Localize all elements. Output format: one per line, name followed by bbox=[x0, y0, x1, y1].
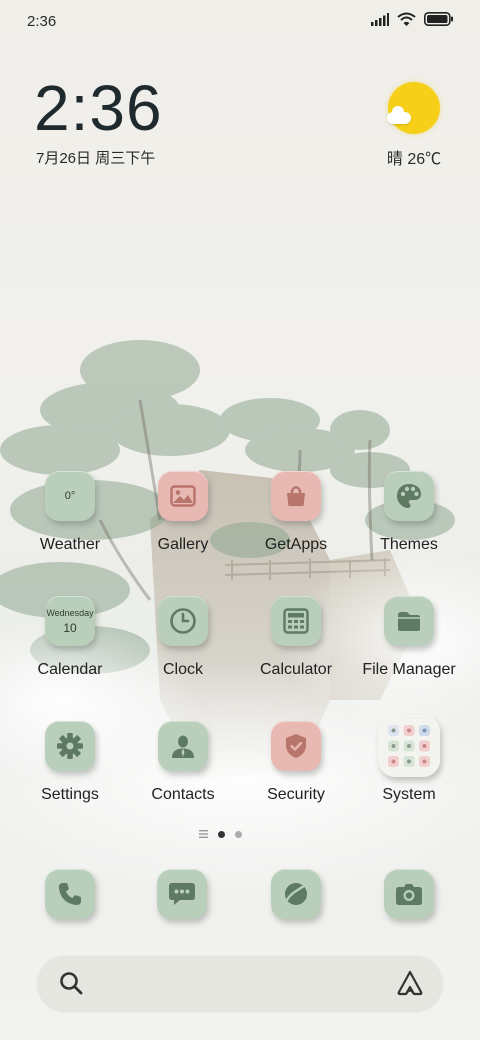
dock-browser[interactable] bbox=[271, 869, 321, 919]
gear-icon bbox=[45, 721, 95, 771]
app-label-contacts: Contacts bbox=[151, 786, 215, 803]
app-label-calendar: Calendar bbox=[37, 661, 103, 678]
dock-messages[interactable] bbox=[157, 869, 207, 919]
page-dot bbox=[235, 830, 242, 838]
wifi-icon bbox=[397, 12, 416, 26]
phone-icon bbox=[59, 883, 81, 905]
app-label-gallery: Gallery bbox=[157, 536, 209, 553]
app-calculator[interactable]: Calculator bbox=[240, 596, 352, 679]
weather-icon: 0° bbox=[45, 471, 95, 521]
gallery-icon bbox=[158, 471, 208, 521]
app-settings[interactable]: Settings bbox=[14, 721, 126, 804]
person-icon bbox=[158, 721, 208, 771]
app-folder-system[interactable]: System bbox=[353, 715, 465, 804]
message-icon bbox=[169, 883, 195, 905]
app-label-getapps: GetApps bbox=[264, 536, 328, 553]
camera-icon bbox=[396, 884, 422, 905]
app-label-themes: Themes bbox=[380, 536, 438, 553]
clock-icon bbox=[158, 596, 208, 646]
weather-icon-temp: 0° bbox=[64, 490, 76, 502]
dock-camera[interactable] bbox=[384, 869, 434, 919]
shield-icon bbox=[271, 721, 321, 771]
app-themes[interactable]: Themes bbox=[353, 471, 465, 554]
app-label-security: Security bbox=[267, 786, 325, 803]
weather-widget[interactable]: 晴 26℃ bbox=[384, 82, 444, 169]
app-getapps[interactable]: GetApps bbox=[240, 471, 352, 554]
weather-widget-text: 晴 26℃ bbox=[386, 151, 442, 168]
calendar-icon-day: 10 bbox=[63, 620, 77, 635]
clock-widget-date[interactable]: 7月26日 周三下午 bbox=[36, 147, 155, 168]
app-weather[interactable]: 0° Weather bbox=[14, 471, 126, 554]
app-clock[interactable]: Clock bbox=[127, 596, 239, 679]
search-bar[interactable] bbox=[38, 956, 442, 1010]
app-contacts[interactable]: Contacts bbox=[127, 721, 239, 804]
page-indicator-list-icon bbox=[199, 830, 208, 838]
status-icons bbox=[371, 12, 454, 26]
status-bar: 2:36 bbox=[0, 0, 480, 42]
app-label-weather: Weather bbox=[39, 536, 101, 553]
app-label-file-manager: File Manager bbox=[362, 661, 456, 678]
app-label-system: System bbox=[382, 786, 436, 803]
clock-widget-time[interactable]: 2:36 bbox=[34, 76, 163, 140]
page-dot-active bbox=[218, 830, 225, 838]
folder-grid-icon bbox=[378, 715, 440, 777]
calculator-icon bbox=[271, 596, 321, 646]
palette-icon bbox=[384, 471, 434, 521]
shopping-bag-icon bbox=[271, 471, 321, 521]
battery-icon bbox=[424, 12, 453, 26]
app-security[interactable]: Security bbox=[240, 721, 352, 804]
assistant-icon[interactable] bbox=[396, 969, 424, 997]
dock-phone[interactable] bbox=[45, 869, 95, 919]
sunny-cloud-icon bbox=[387, 82, 440, 134]
folder-icon bbox=[384, 596, 434, 646]
search-icon[interactable] bbox=[58, 970, 84, 996]
status-time: 2:36 bbox=[27, 13, 57, 30]
app-label-settings: Settings bbox=[41, 786, 99, 803]
app-gallery[interactable]: Gallery bbox=[127, 471, 239, 554]
signal-icon bbox=[371, 12, 389, 26]
app-calendar[interactable]: Wednesday 10 Calendar bbox=[14, 596, 126, 679]
calendar-icon: Wednesday 10 bbox=[45, 596, 95, 646]
app-file-manager[interactable]: File Manager bbox=[353, 596, 465, 679]
calendar-icon-weekday: Wednesday bbox=[46, 607, 94, 618]
page-indicator[interactable] bbox=[199, 830, 242, 838]
app-label-clock: Clock bbox=[162, 661, 203, 678]
browser-icon bbox=[283, 883, 308, 905]
app-label-calculator: Calculator bbox=[259, 661, 333, 678]
